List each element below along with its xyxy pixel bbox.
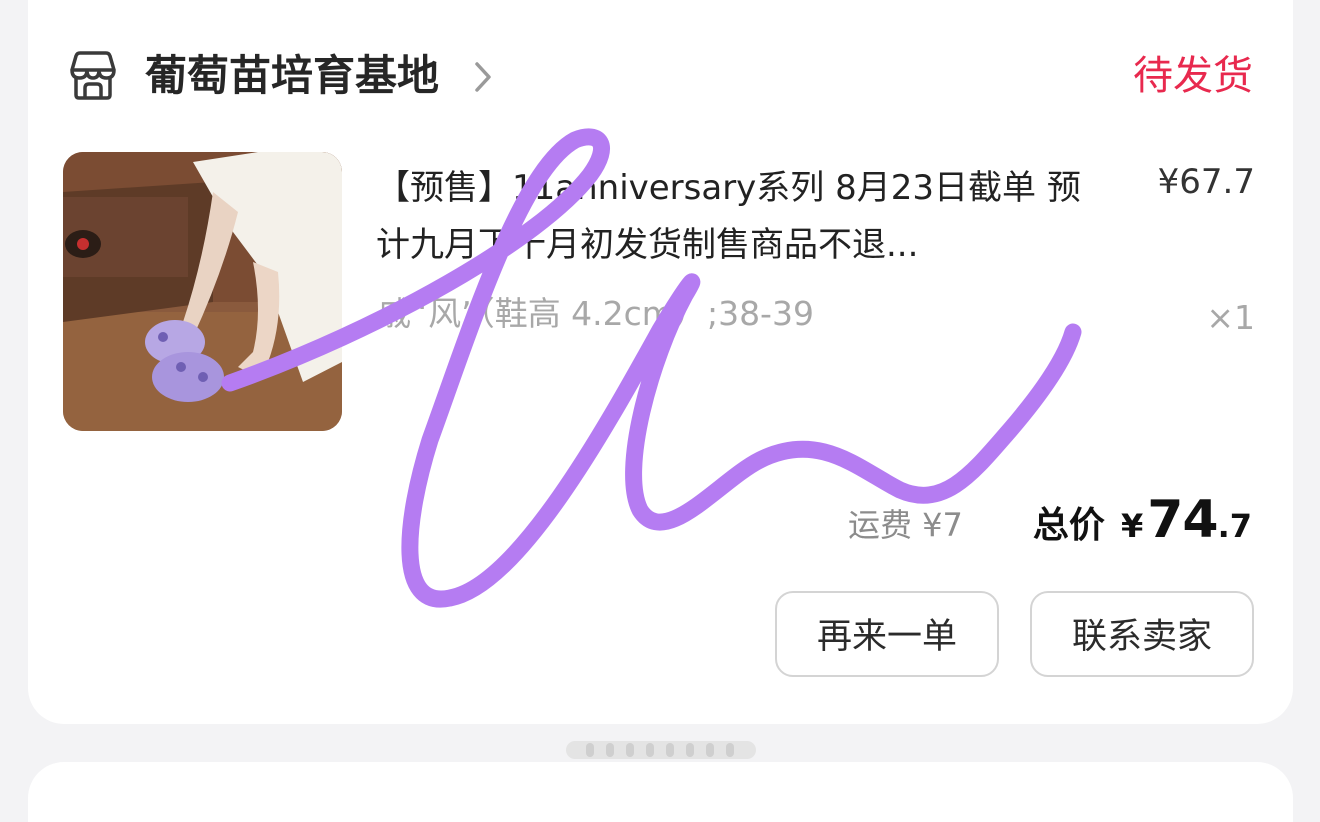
product-thumbnail[interactable] xyxy=(63,152,342,431)
chevron-right-icon[interactable] xyxy=(470,60,496,94)
page-indicator xyxy=(566,741,756,759)
total-label: 总价 xyxy=(1032,505,1105,546)
product-variant: 戚“风”（鞋高 4.2cm）;38-39 xyxy=(378,294,814,333)
store-icon[interactable] xyxy=(66,50,120,102)
reorder-button[interactable]: 再来一单 xyxy=(775,591,999,677)
store-name[interactable]: 葡萄苗培育基地 xyxy=(145,48,439,104)
total-currency: ¥ xyxy=(1120,507,1144,545)
next-order-card xyxy=(28,762,1293,822)
product-price: ¥67.7 xyxy=(1157,162,1255,202)
order-status: 待发货 xyxy=(1133,53,1253,99)
product-quantity: ×1 xyxy=(1206,298,1255,337)
total-decimal: .7 xyxy=(1217,507,1252,545)
product-title[interactable]: 【预售】11anniversary系列 8月23日截单 预计九月下十月初发货制售… xyxy=(376,160,1111,274)
total-integer: 74 xyxy=(1147,490,1218,550)
shipping-fee: 运费 ¥7 xyxy=(848,506,963,544)
order-total: 总价 ¥74.7 xyxy=(1033,490,1252,550)
contact-seller-button[interactable]: 联系卖家 xyxy=(1030,591,1254,677)
